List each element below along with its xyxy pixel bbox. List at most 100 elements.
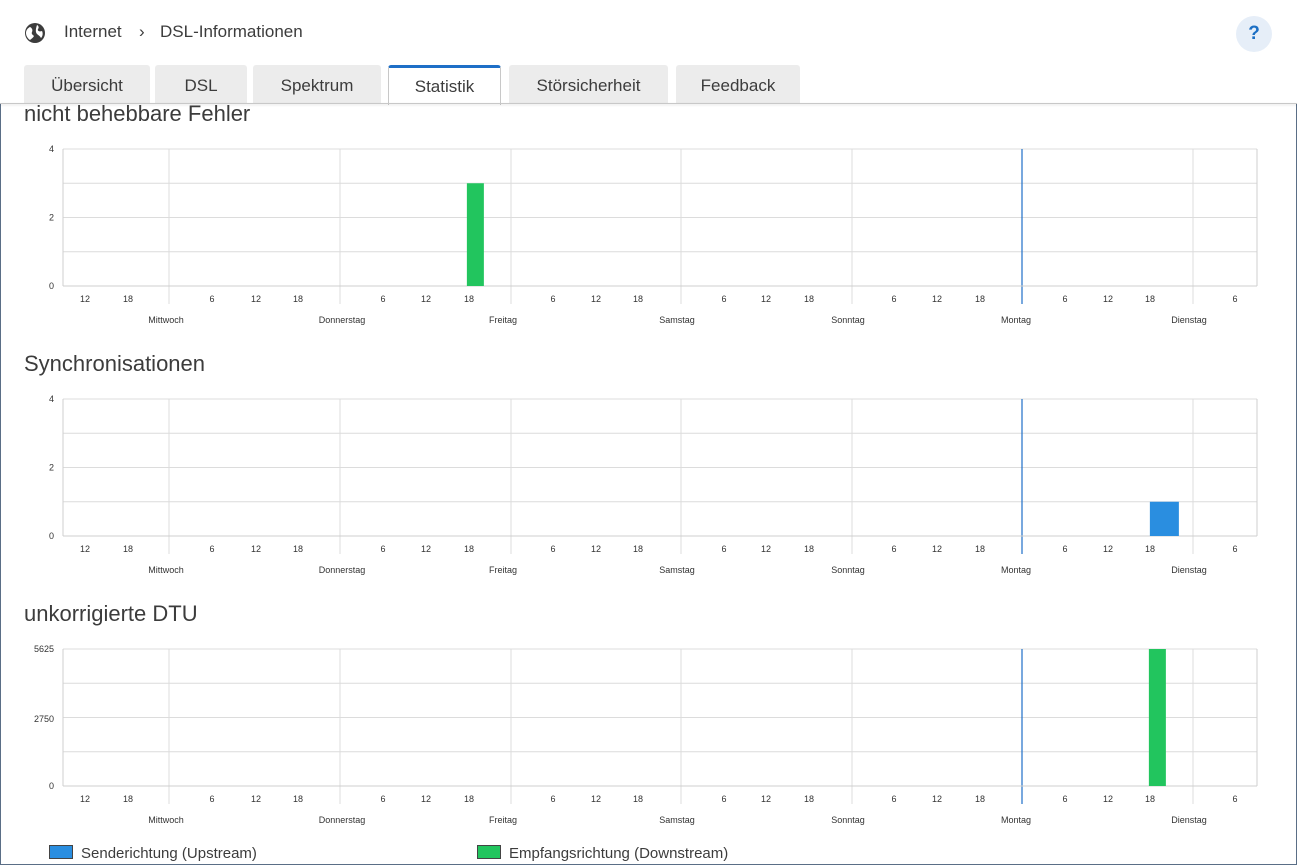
x-hour-tick-label: 18 [804,794,814,804]
x-hour-tick-label: 6 [891,294,896,304]
x-hour-tick-label: 12 [932,794,942,804]
x-hour-tick-label: 12 [932,294,942,304]
tab-uebersicht[interactable]: Übersicht [24,65,150,104]
x-day-label: Freitag [489,315,517,325]
x-day-label: Donnerstag [319,315,366,325]
chart-title-dtu: unkorrigierte DTU [24,601,198,626]
x-hour-tick-label: 18 [633,544,643,554]
x-day-label: Mittwoch [148,565,184,575]
x-hour-tick-label: 18 [293,794,303,804]
x-day-label: Montag [1001,815,1031,825]
x-day-label: Dienstag [1171,315,1207,325]
x-hour-tick-label: 12 [1103,794,1113,804]
x-day-label: Freitag [489,565,517,575]
x-day-label: Samstag [659,565,695,575]
x-day-label: Dienstag [1171,815,1207,825]
legend-upstream: Senderichtung (Upstream) [49,845,257,862]
x-day-label: Mittwoch [148,815,184,825]
x-hour-tick-label: 6 [1232,544,1237,554]
x-hour-tick-label: 18 [804,544,814,554]
bar-upstream [1149,501,1179,536]
x-hour-tick-label: 6 [721,294,726,304]
x-hour-tick-label: 6 [380,544,385,554]
tab-spektrum[interactable]: Spektrum [253,65,381,104]
x-hour-tick-label: 18 [1145,794,1155,804]
y-tick-label: 2750 [34,714,54,724]
x-hour-tick-label: 6 [380,294,385,304]
chart-nicht-behebbare-fehler: 0 2 4 12 18 6 12 18 6 12 18 6 12 18 6 12 18 6 12 18 6 12 18 6 Mi… [49,144,1258,325]
x-hour-tick-label: 12 [421,794,431,804]
chevron-right-icon: › [139,22,145,41]
x-hour-tick-label: 6 [1062,794,1067,804]
x-hour-tick-label: 12 [591,294,601,304]
legend-label-upstream: Senderichtung (Upstream) [81,845,257,862]
x-hour-tick-label: 18 [975,294,985,304]
y-tick-label: 0 [49,781,54,791]
y-tick-label: 4 [49,144,54,154]
x-hour-tick-label: 18 [975,544,985,554]
x-hour-tick-label: 6 [209,544,214,554]
chart-synchronisationen: 0 2 4 12 18 6 12 18 6 12 18 6 12 18 6 12 18 6 12 18 6 12 18 6 Mi… [49,394,1258,575]
tab-feedback[interactable]: Feedback [676,65,800,104]
x-day-label: Mittwoch [148,315,184,325]
x-hour-tick-label: 12 [591,544,601,554]
x-day-label: Sonntag [831,315,865,325]
x-hour-tick-label: 18 [464,294,474,304]
x-hour-tick-label: 12 [421,294,431,304]
legend-swatch-downstream [477,845,501,859]
tab-dsl[interactable]: DSL [155,65,247,104]
x-hour-tick-label: 6 [1062,294,1067,304]
x-hour-tick-label: 18 [975,794,985,804]
x-hour-tick-label: 12 [761,294,771,304]
x-hour-tick-label: 12 [421,544,431,554]
x-hour-tick-label: 12 [591,794,601,804]
x-hour-tick-label: 12 [80,794,90,804]
x-hour-tick-label: 6 [721,544,726,554]
x-day-label: Freitag [489,815,517,825]
help-button[interactable]: ? [1236,16,1272,52]
x-day-label: Donnerstag [319,815,366,825]
x-hour-tick-label: 12 [80,544,90,554]
x-hour-tick-label: 6 [209,294,214,304]
y-tick-label: 5625 [34,644,54,654]
x-hour-tick-label: 6 [550,794,555,804]
x-day-label: Dienstag [1171,565,1207,575]
bar-downstream [466,183,484,286]
x-hour-tick-label: 18 [804,294,814,304]
y-tick-label: 0 [49,281,54,291]
x-hour-tick-label: 12 [251,294,261,304]
x-hour-tick-label: 18 [123,544,133,554]
y-tick-label: 2 [49,213,54,223]
x-hour-tick-label: 12 [932,544,942,554]
chart-title-fehler: nicht behebbare Fehler [24,101,251,126]
breadcrumb-section[interactable]: Internet [64,22,122,42]
x-hour-tick-label: 6 [891,544,896,554]
x-hour-tick-label: 6 [380,794,385,804]
x-hour-tick-label: 6 [550,544,555,554]
x-hour-tick-label: 12 [251,794,261,804]
x-hour-tick-label: 18 [464,544,474,554]
x-day-label: Donnerstag [319,565,366,575]
x-hour-tick-label: 6 [209,794,214,804]
tab-statistik[interactable]: Statistik [388,65,501,105]
y-tick-label: 2 [49,463,54,473]
x-hour-tick-label: 12 [761,794,771,804]
x-hour-tick-label: 18 [633,794,643,804]
x-hour-tick-label: 12 [1103,294,1113,304]
x-hour-tick-label: 18 [293,294,303,304]
x-day-label: Sonntag [831,565,865,575]
x-day-label: Samstag [659,315,695,325]
x-hour-tick-label: 12 [761,544,771,554]
x-hour-tick-label: 6 [1062,544,1067,554]
x-hour-tick-label: 12 [251,544,261,554]
legend-downstream: Empfangsrichtung (Downstream) [477,845,728,862]
x-day-label: Montag [1001,315,1031,325]
x-hour-tick-label: 6 [550,294,555,304]
x-hour-tick-label: 18 [1145,544,1155,554]
x-hour-tick-label: 18 [123,794,133,804]
y-tick-label: 4 [49,394,54,404]
breadcrumb-page: DSL-Informationen [160,22,303,41]
x-hour-tick-label: 18 [293,544,303,554]
tab-stoersicherheit[interactable]: Störsicherheit [509,65,668,104]
page-header: Internet › DSL-Informationen ? Übersicht… [0,0,1297,105]
